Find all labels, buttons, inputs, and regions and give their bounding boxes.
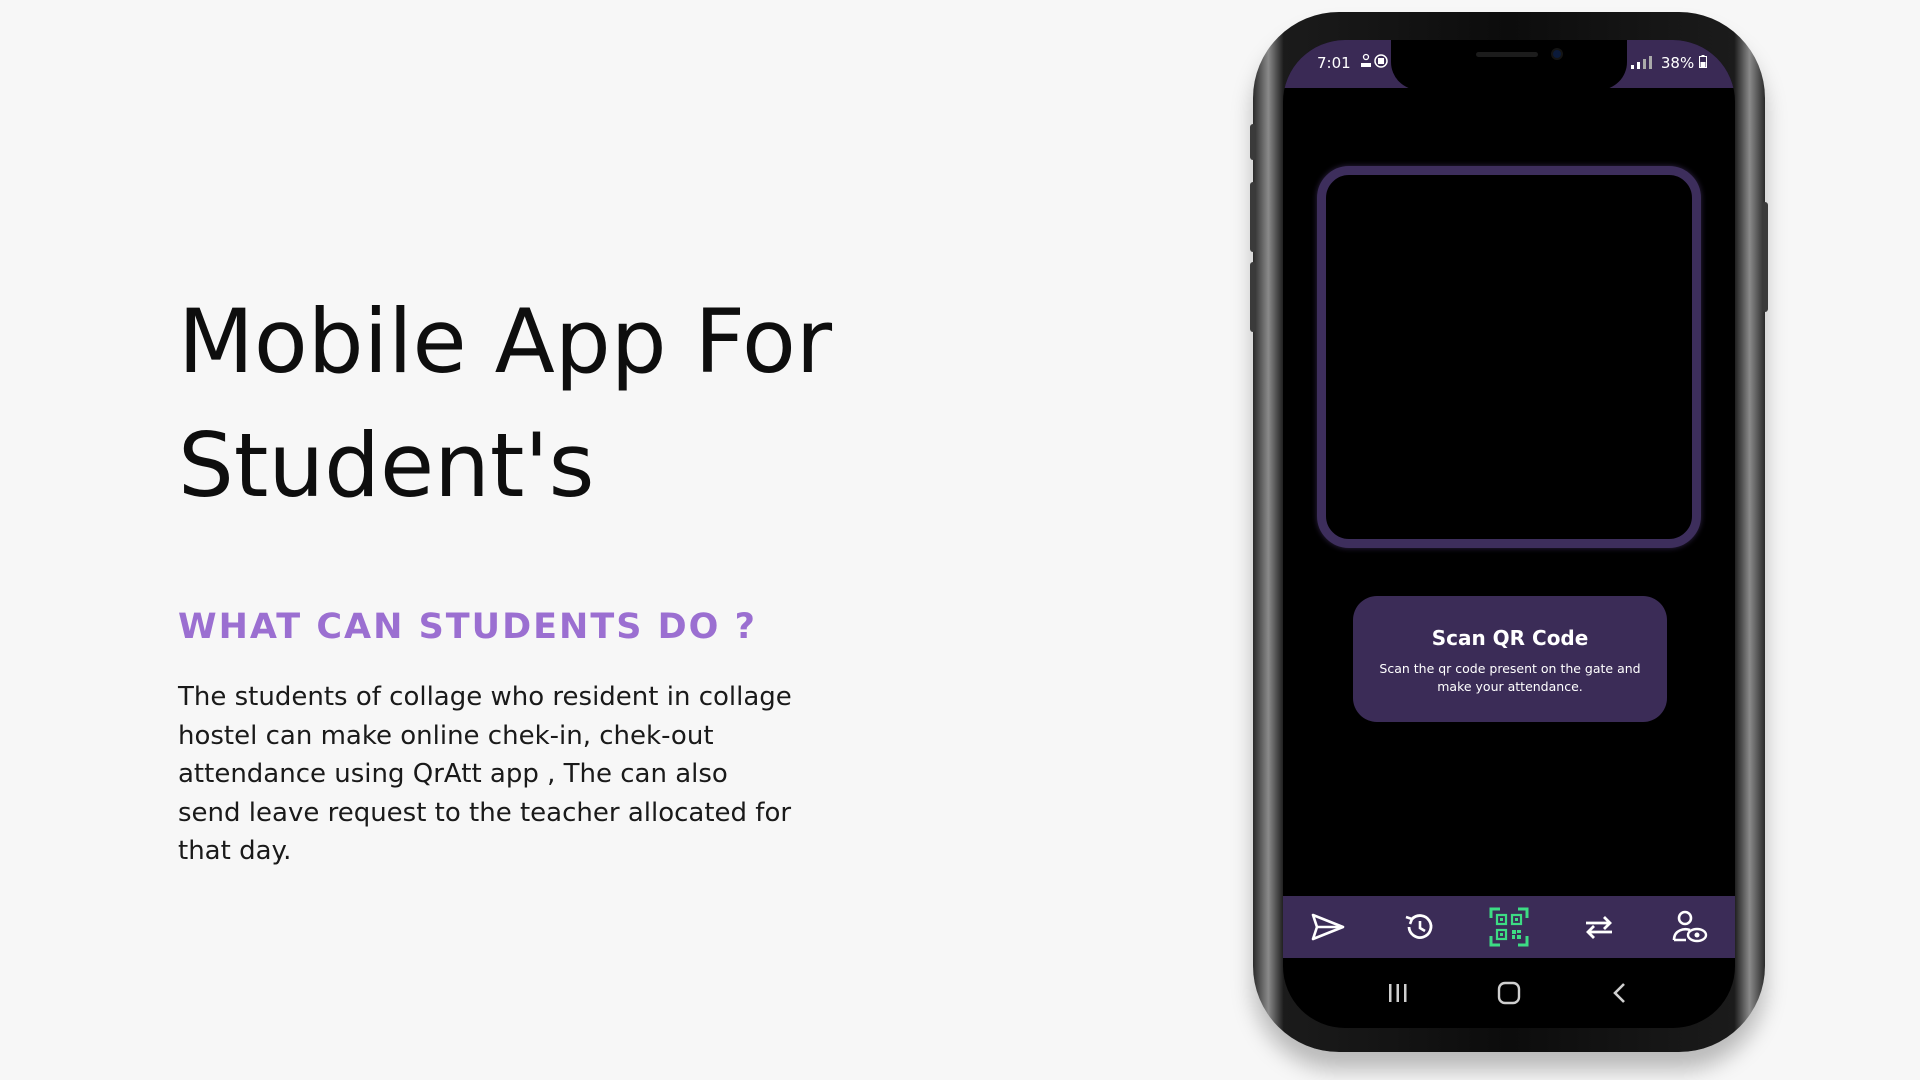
phone-side-button	[1762, 202, 1768, 312]
back-icon	[1612, 983, 1625, 1003]
status-time: 7:01	[1317, 54, 1351, 72]
card-title: Scan QR Code	[1431, 626, 1589, 650]
profile-view-icon	[1672, 910, 1707, 943]
history-icon	[1405, 914, 1432, 939]
recents-icon	[1389, 984, 1407, 1002]
phone-screen: 7:01 38% Scan QR Code Scan the qr code p…	[1283, 40, 1735, 1028]
speaker-grille	[1476, 52, 1538, 57]
swap-icon	[1586, 916, 1613, 939]
bottom-navigation	[1283, 896, 1735, 958]
phone-side-button	[1250, 262, 1256, 332]
notification-icons	[1359, 52, 1389, 73]
system-navigation-bar	[1283, 958, 1735, 1028]
nav-history-button[interactable]	[1389, 902, 1449, 952]
page-title-line-1: Mobile App For	[178, 290, 833, 393]
card-subtitle: Scan the qr code present on the gate and…	[1379, 661, 1641, 694]
section-description: The students of collage who resident in …	[178, 682, 792, 866]
nav-swap-button[interactable]	[1569, 902, 1629, 952]
nav-profile-button[interactable]	[1660, 902, 1720, 952]
scan-qr-card: Scan QR Code Scan the qr code present on…	[1353, 596, 1667, 722]
home-button[interactable]	[1489, 973, 1529, 1013]
home-icon	[1497, 981, 1521, 1005]
back-button[interactable]	[1600, 973, 1640, 1013]
data-speed-icon	[1361, 53, 1388, 68]
battery-indicator: 38%	[1661, 54, 1707, 72]
battery-percent: 38%	[1660, 54, 1695, 72]
send-icon	[1311, 913, 1345, 941]
qr-code-icon	[1489, 907, 1529, 947]
phone-side-button	[1250, 124, 1256, 160]
phone-mockup: 7:01 38% Scan QR Code Scan the qr code p…	[1250, 12, 1768, 1052]
phone-notch	[1391, 40, 1627, 90]
nav-send-button[interactable]	[1298, 902, 1358, 952]
qr-scanner-viewfinder[interactable]	[1317, 166, 1701, 548]
battery-icon	[1699, 55, 1707, 68]
section-heading: WHAT CAN STUDENTS DO ?	[178, 607, 757, 647]
signal-icon	[1629, 54, 1655, 73]
recents-button[interactable]	[1378, 973, 1418, 1013]
nav-qr-scan-button[interactable]	[1479, 902, 1539, 952]
page-title: Mobile App For Student's	[178, 280, 832, 528]
phone-side-button	[1250, 182, 1256, 252]
page-title-line-2: Student's	[178, 414, 595, 517]
front-camera	[1551, 48, 1563, 60]
